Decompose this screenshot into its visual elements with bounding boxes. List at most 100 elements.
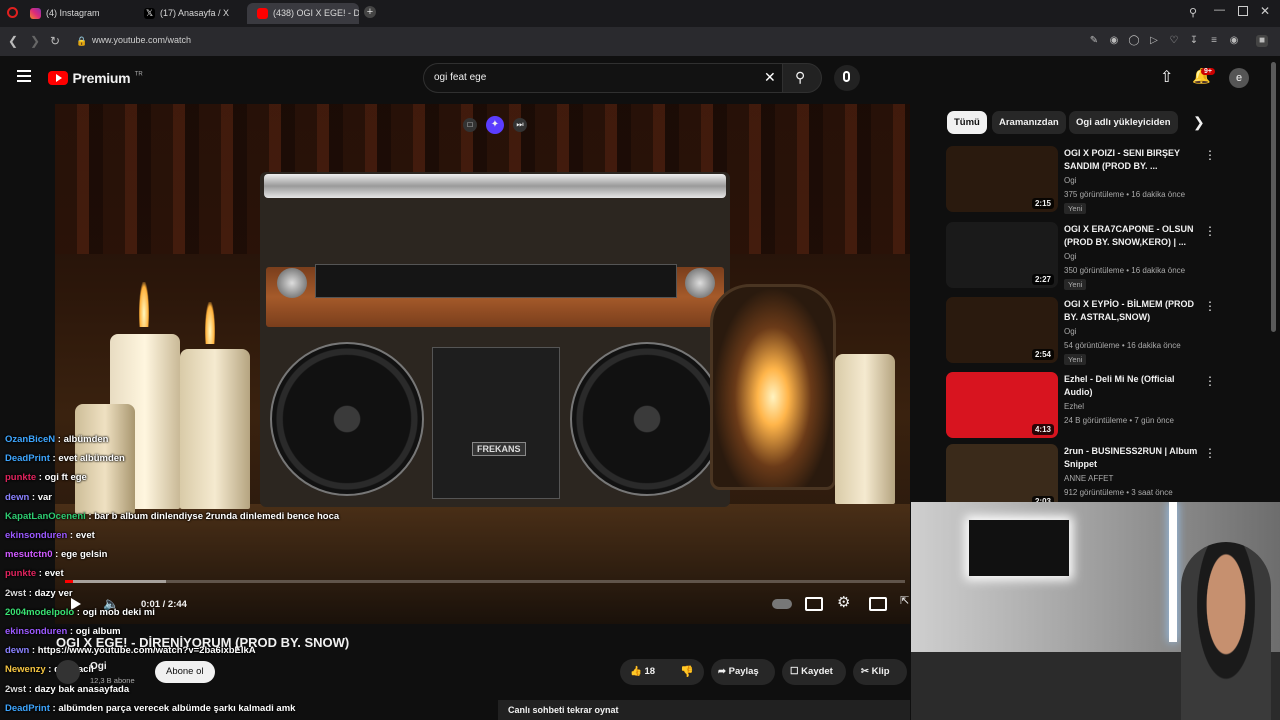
tab-x[interactable]: 𝕏 (17) Anasayfa / X — [134, 3, 246, 24]
related-channel-name[interactable]: Ogi — [1064, 176, 1076, 185]
chat-username[interactable]: dewn — [5, 645, 29, 656]
duration-badge: 2:54 — [1031, 349, 1054, 360]
chat-message: ekinsonduren : evet — [5, 530, 95, 541]
related-video-item[interactable]: 4:13 Ezhel - Deli Mi Ne (Official Audio) E… — [946, 372, 1266, 440]
voice-search-button[interactable] — [834, 65, 860, 91]
scrollbar[interactable] — [1271, 62, 1276, 332]
chat-username[interactable]: DeadPrint — [5, 453, 50, 464]
fullscreen-icon[interactable]: ⇱ — [900, 594, 909, 607]
shield-icon[interactable]: ◯ — [1128, 35, 1140, 47]
heart-icon[interactable]: ♡ — [1168, 35, 1180, 47]
subtitles-icon[interactable] — [805, 597, 823, 611]
chat-message: 2wst : dazy ver — [5, 588, 73, 599]
miniplayer-icon[interactable]: □ — [463, 118, 477, 132]
more-options-icon[interactable]: ⋮ — [1204, 148, 1216, 162]
chat-username[interactable]: DeadPrint — [5, 703, 50, 714]
profile-icon[interactable]: ◉ — [1228, 35, 1240, 47]
camera-icon[interactable]: ◉ — [1108, 35, 1120, 47]
more-options-icon[interactable]: ⋮ — [1204, 224, 1216, 238]
opera-logo-icon[interactable] — [7, 7, 18, 18]
avatar[interactable]: e — [1229, 68, 1249, 88]
chat-username[interactable]: dewn — [5, 492, 29, 503]
new-tab-button[interactable]: + — [364, 6, 376, 18]
channel-name[interactable]: Ogi — [90, 661, 107, 672]
upload-icon[interactable]: ⇧ — [1160, 67, 1173, 87]
tab-instagram[interactable]: (4) Instagram — [20, 3, 132, 24]
related-channel-name[interactable]: Ogi — [1064, 327, 1076, 336]
chat-separator: : — [52, 549, 61, 561]
related-video-title[interactable]: OGI X EYPİO - BİLMEM (PROD BY. ASTRAL,SN… — [1064, 298, 1204, 324]
filter-chip-from-search[interactable]: Aramanızdan — [992, 111, 1066, 134]
hamburger-menu-icon[interactable] — [17, 70, 31, 82]
clip-button[interactable]: ✂ Klip — [861, 659, 890, 685]
like-button[interactable]: 👍 18 — [630, 659, 655, 685]
chat-username[interactable]: punkte — [5, 568, 36, 579]
download-icon[interactable]: ↧ — [1188, 35, 1200, 47]
settings-gear-icon[interactable]: ⚙ — [837, 593, 850, 611]
chat-replay-bar[interactable]: Canlı sohbeti tekrar oynat — [498, 700, 910, 720]
menu-icon[interactable]: ≡ — [1208, 35, 1220, 47]
youtube-logo[interactable]: Premium TR — [48, 69, 143, 87]
subscribe-button[interactable]: Abone ol — [155, 661, 215, 683]
more-options-icon[interactable]: ⋮ — [1204, 299, 1216, 313]
chat-username[interactable]: mesutctn0 — [5, 549, 53, 560]
related-channel-name[interactable]: Ogi — [1064, 252, 1076, 261]
related-channel-name[interactable]: ANNE AFFET — [1064, 474, 1113, 483]
more-options-icon[interactable]: ⋮ — [1204, 374, 1216, 388]
chat-username[interactable]: 2wst — [5, 684, 26, 695]
search-tabs-icon[interactable]: ⚲ — [1189, 6, 1197, 19]
filter-chip-from-uploader[interactable]: Ogi adlı yükleyiciden — [1069, 111, 1178, 134]
chevron-right-icon[interactable]: ❯ — [1193, 114, 1205, 131]
related-video-item[interactable]: 2:27 OGI X ERA7CAPONE - OLSUN (PROD BY. S… — [946, 222, 1266, 290]
chat-username[interactable]: KapatLanOceneni — [5, 511, 86, 522]
youtube-play-logo-icon — [48, 70, 68, 85]
play-icon[interactable]: ▷ — [1148, 35, 1160, 47]
video-thumbnail[interactable]: 2:03 — [946, 444, 1058, 510]
related-video-title[interactable]: 2run - BUSINESS2RUN | Album Snippet — [1064, 445, 1204, 471]
related-video-item[interactable]: 2:54 OGI X EYPİO - BİLMEM (PROD BY. ASTRA… — [946, 297, 1266, 365]
chat-username[interactable]: OzanBiceN — [5, 434, 55, 445]
chat-username[interactable]: punkte — [5, 472, 36, 483]
video-thumbnail[interactable]: 2:54 — [946, 297, 1058, 363]
tab-youtube[interactable]: (438) OGI X EGE! - DİRENİ — [247, 3, 359, 24]
channel-avatar[interactable] — [56, 660, 80, 684]
video-player[interactable]: FREKANS □ ✦ ⏭ 🔈 0:01 / 2:44 ⚙ ⇱ — [55, 104, 910, 624]
save-button[interactable]: ☐ Kaydet — [790, 659, 833, 685]
search-button[interactable]: ⚲ — [782, 63, 822, 93]
chat-username[interactable]: Newenzy — [5, 664, 46, 675]
related-channel-name[interactable]: Ezhel — [1064, 402, 1084, 411]
close-window-icon[interactable]: ✕ — [1260, 4, 1270, 18]
restore-icon[interactable] — [1238, 6, 1248, 16]
ai-sparkle-icon[interactable]: ✦ — [486, 116, 504, 134]
clear-search-icon[interactable]: ✕ — [764, 69, 776, 86]
forward-icon[interactable]: ❯ — [30, 34, 40, 48]
chat-username[interactable]: ekinsonduren — [5, 530, 67, 541]
video-thumbnail[interactable]: 2:15 — [946, 146, 1058, 212]
back-icon[interactable]: ❮ — [8, 34, 18, 48]
chat-username[interactable]: 2wst — [5, 588, 26, 599]
progress-bar[interactable] — [65, 580, 905, 583]
speaker-right — [570, 342, 724, 496]
minimize-icon[interactable]: — — [1214, 4, 1225, 16]
speaker-left — [270, 342, 424, 496]
related-video-item[interactable]: 2:15 OGI X POIZI - SENI BIRŞEY SANDIM (PR… — [946, 146, 1266, 214]
dislike-button[interactable]: 👎 — [680, 659, 694, 685]
edit-icon[interactable]: ✎ — [1088, 35, 1100, 47]
reload-icon[interactable]: ↻ — [50, 34, 60, 48]
autoplay-toggle[interactable] — [772, 599, 792, 609]
filter-chip-all[interactable]: Tümü — [947, 111, 987, 134]
chat-username[interactable]: 2004modelpolo — [5, 607, 74, 618]
extension-icon[interactable]: ■ — [1256, 35, 1268, 47]
related-video-title[interactable]: OGI X ERA7CAPONE - OLSUN (PROD BY. SNOW,… — [1064, 223, 1204, 249]
skip-icon[interactable]: ⏭ — [513, 118, 527, 132]
url-text[interactable]: www.youtube.com/watch — [92, 35, 191, 45]
duration-badge: 2:15 — [1031, 198, 1054, 209]
related-video-title[interactable]: Ezhel - Deli Mi Ne (Official Audio) — [1064, 373, 1204, 399]
share-button[interactable]: ➦ Paylaş — [718, 659, 759, 685]
search-input[interactable]: ogi feat ege ✕ — [423, 63, 786, 93]
more-options-icon[interactable]: ⋮ — [1204, 446, 1216, 460]
theater-mode-icon[interactable] — [869, 597, 887, 611]
video-thumbnail[interactable]: 2:27 — [946, 222, 1058, 288]
video-thumbnail[interactable]: 4:13 — [946, 372, 1058, 438]
related-video-title[interactable]: OGI X POIZI - SENI BIRŞEY SANDIM (PROD B… — [1064, 147, 1204, 173]
